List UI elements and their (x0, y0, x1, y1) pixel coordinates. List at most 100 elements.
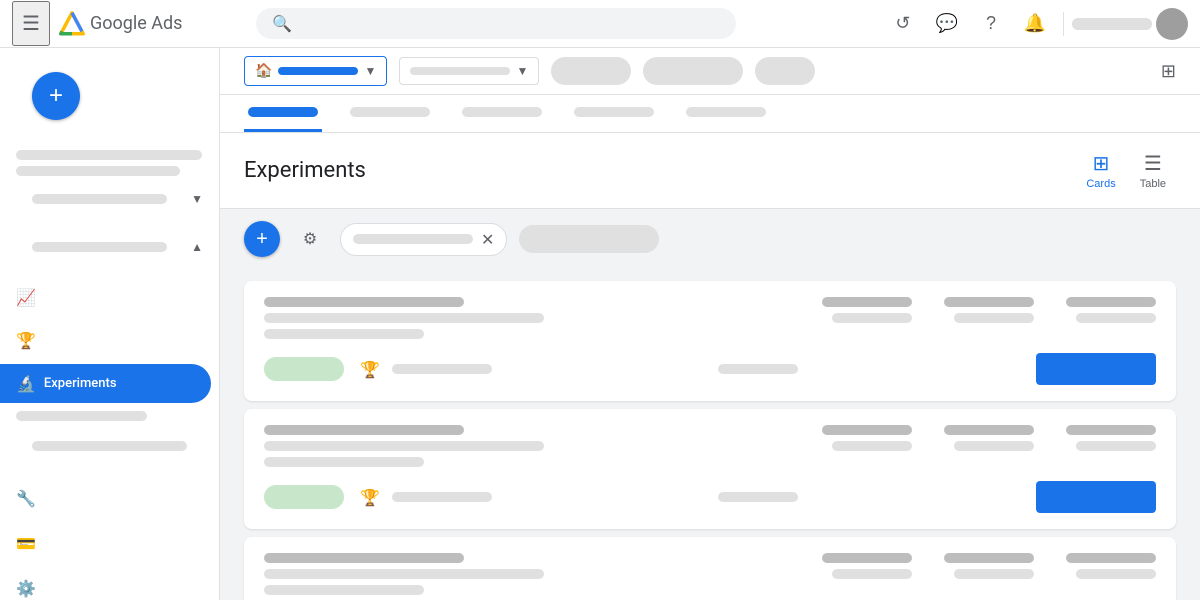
search-input[interactable] (300, 16, 720, 32)
tools-icon: 🔧 (16, 489, 36, 508)
tab-item-2[interactable] (346, 95, 434, 132)
card-2-metric-1-top (822, 425, 912, 435)
card-3-metric-2-top (944, 553, 1034, 563)
filter-pill[interactable]: ✕ (340, 223, 507, 256)
card-2-top-row (264, 425, 1156, 467)
card-1-trophy-icon: 🏆 (360, 360, 380, 379)
header: ☰ Google Ads 🔍 ↺ 💬 ? 🔔 (0, 0, 1200, 48)
view-toggles: ⊞ Cards ☰ Table (1076, 145, 1176, 196)
sidebar-item-tools[interactable]: 🔧 (0, 479, 211, 518)
cards-view-button[interactable]: ⊞ Cards (1076, 145, 1125, 196)
card-2-metric-1-sub (832, 441, 912, 451)
sidebar-create-section: + (0, 48, 219, 136)
sidebar-chevron-row-2: ▲ (0, 232, 219, 262)
experiments-icon: 🔬 (16, 374, 36, 393)
google-ads-logo: Google Ads (58, 10, 182, 38)
sidebar-item-campaigns[interactable]: 📈 (0, 278, 211, 317)
menu-icon[interactable]: ☰ (12, 1, 50, 46)
card-3-metric-1-top (822, 553, 912, 563)
sidebar-placeholder-1 (16, 150, 202, 160)
toolbar-placeholder-2 (643, 57, 743, 85)
account-chevron-icon: ▼ (364, 64, 376, 78)
card-1-metric-2 (944, 297, 1034, 323)
tab-item-1[interactable] (244, 95, 322, 132)
filters-row: + ⚙ ✕ (220, 209, 1200, 269)
card-2-metric-1 (822, 425, 912, 451)
sidebar-placeholder-5 (16, 411, 147, 421)
card-1-metric-3 (1066, 297, 1156, 323)
card-2-metric-2 (944, 425, 1034, 451)
avatar[interactable] (1156, 8, 1188, 40)
header-left: ☰ Google Ads (12, 1, 182, 46)
notifications-button[interactable]: 🔔 (1015, 4, 1055, 44)
toolbar-placeholder-3 (755, 57, 815, 85)
campaign-placeholder (410, 67, 510, 75)
sidebar-section-1: ▼ (0, 136, 219, 224)
filter-pill-text (353, 234, 473, 244)
sidebar-item-goals[interactable]: 🏆 (0, 321, 211, 360)
campaign-select[interactable]: ▼ (399, 57, 539, 85)
toolbar-right: ⊞ (1161, 61, 1176, 82)
card-1-metric-2-sub (954, 313, 1034, 323)
sidebar-placeholder-2 (16, 166, 180, 176)
google-ads-logo-svg (58, 10, 86, 38)
tab-item-5[interactable] (682, 95, 770, 132)
card-1-bottom-row: 🏆 (264, 353, 1156, 385)
add-experiment-button[interactable]: + (244, 221, 280, 257)
card-2-metric-3 (1066, 425, 1156, 451)
tab-placeholder-2 (350, 107, 430, 117)
sidebar-placeholder-6 (32, 441, 187, 451)
tab-item-4[interactable] (570, 95, 658, 132)
header-right: ↺ 💬 ? 🔔 (883, 4, 1188, 44)
table-icon: ☰ (1144, 151, 1162, 176)
sidebar-item-experiments[interactable]: 🔬 Experiments (0, 364, 211, 403)
chat-button[interactable]: 💬 (927, 4, 967, 44)
card-3-title (264, 553, 464, 563)
sidebar-item-experiments-label: Experiments (44, 376, 117, 391)
card-3-metric-1 (822, 553, 912, 579)
account-select[interactable]: 🏠 ▼ (244, 56, 387, 86)
card-1-top-row (264, 297, 1156, 339)
help-button[interactable]: ? (971, 4, 1011, 44)
page-header: Experiments ⊞ Cards ☰ Table (220, 133, 1200, 209)
card-3-metric-2-sub (954, 569, 1034, 579)
card-1-metric-3-top (1066, 297, 1156, 307)
columns-icon[interactable]: ⊞ (1161, 61, 1176, 82)
sidebar-item-billing[interactable]: 💳 (0, 524, 211, 563)
card-3-sub1 (264, 569, 544, 579)
filter-close-icon[interactable]: ✕ (481, 230, 494, 249)
sidebar-placeholder-3 (32, 194, 167, 204)
card-3-sub2 (264, 585, 424, 595)
sidebar: + ▼ ▲ 📈 🏆 🔬 (0, 48, 220, 600)
card-2-sub1 (264, 441, 544, 451)
tab-item-3[interactable] (458, 95, 546, 132)
goals-icon: 🏆 (16, 331, 36, 350)
card-2-title (264, 425, 464, 435)
card-2-action-button[interactable] (1036, 481, 1156, 513)
sidebar-row-6 (0, 429, 219, 463)
sidebar-item-settings[interactable]: ⚙️ (0, 569, 211, 600)
card-1-metric-3-sub (1076, 313, 1156, 323)
card-3-top-row (264, 553, 1156, 595)
campaigns-icon: 📈 (16, 288, 36, 307)
page-title: Experiments (244, 158, 366, 183)
tabs-row (220, 95, 1200, 133)
campaign-chevron-icon: ▼ (516, 64, 528, 78)
search-bar[interactable]: 🔍 (256, 8, 736, 39)
header-divider (1063, 12, 1064, 36)
cards-list: 🏆 (220, 269, 1200, 600)
sidebar-icons-section: 📈 🏆 🔬 Experiments (0, 270, 219, 471)
filter-button[interactable]: ⚙ (292, 221, 328, 257)
card-1-action-button[interactable] (1036, 353, 1156, 385)
sidebar-placeholder-4 (32, 242, 167, 252)
sidebar-bottom-section: 🔧 💳 ⚙️ (0, 471, 219, 600)
table-label: Table (1140, 178, 1166, 190)
card-3-metric-1-sub (832, 569, 912, 579)
card-1-metric-1 (822, 297, 912, 323)
create-button[interactable]: + (32, 72, 80, 120)
tab-placeholder-1 (248, 107, 318, 117)
billing-icon: 💳 (16, 534, 36, 553)
table-view-button[interactable]: ☰ Table (1130, 145, 1176, 196)
refresh-button[interactable]: ↺ (883, 4, 923, 44)
card-1-status-badge (264, 357, 344, 381)
